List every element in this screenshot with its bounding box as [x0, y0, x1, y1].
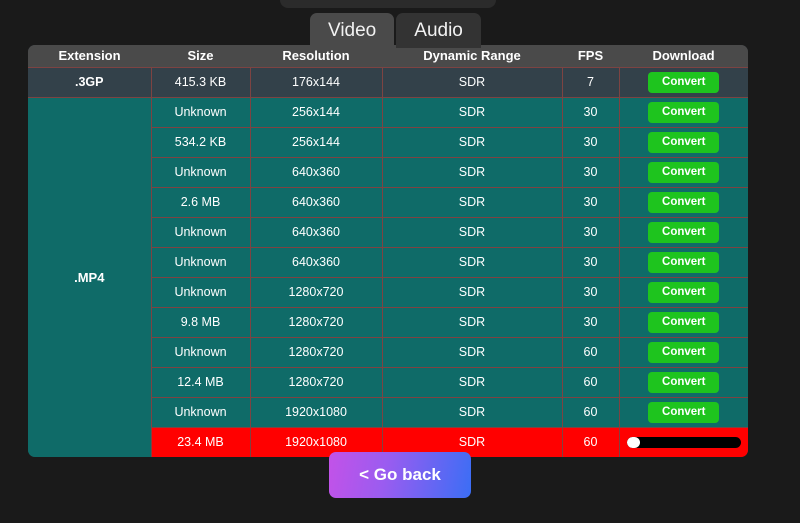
download-cell: Convert — [618, 276, 748, 308]
size-cell: Unknown — [150, 336, 251, 368]
resolution-cell: 640x360 — [249, 246, 383, 278]
convert-button[interactable]: Convert — [648, 371, 720, 393]
fps-cell: 30 — [561, 96, 620, 128]
formats-table-container: Extension Size Resolution Dynamic Range FPS D… — [28, 45, 748, 457]
dynamic-range-cell: SDR — [381, 366, 563, 398]
size-cell: Unknown — [150, 246, 251, 278]
size-cell: Unknown — [150, 396, 251, 428]
dynamic-range-cell: SDR — [381, 336, 563, 368]
size-cell: Unknown — [150, 276, 251, 308]
convert-button[interactable]: Convert — [648, 251, 720, 273]
resolution-cell: 256x144 — [249, 96, 383, 128]
media-type-tabs: Video Audio — [310, 13, 481, 48]
resolution-cell: 640x360 — [249, 186, 383, 218]
fps-cell: 30 — [561, 156, 620, 188]
dynamic-range-cell: SDR — [381, 96, 563, 128]
resolution-cell: 640x360 — [249, 156, 383, 188]
download-cell: Convert — [618, 96, 748, 128]
download-cell: Convert — [618, 216, 748, 248]
top-panel-stub — [280, 0, 496, 8]
convert-button[interactable]: Convert — [648, 341, 720, 363]
go-back-button[interactable]: < Go back — [329, 452, 471, 498]
size-cell: Unknown — [150, 156, 251, 188]
app-root: Video Audio Extension Size Resolution Dynami… — [0, 0, 800, 523]
size-cell: Unknown — [150, 96, 251, 128]
size-cell: 12.4 MB — [150, 366, 251, 398]
formats-table: Extension Size Resolution Dynamic Range FPS D… — [28, 45, 748, 457]
resolution-cell: 1920x1080 — [249, 396, 383, 428]
dynamic-range-cell: SDR — [381, 186, 563, 218]
resolution-cell: 1280x720 — [249, 276, 383, 308]
fps-cell: 7 — [561, 66, 620, 98]
conversion-progress-bar — [626, 436, 741, 448]
column-header-download: Download — [619, 45, 748, 67]
size-cell: Unknown — [150, 216, 251, 248]
download-cell: Convert — [618, 396, 748, 428]
table-header-row: Extension Size Resolution Dynamic Range FPS D… — [28, 45, 748, 67]
download-cell: Convert — [618, 366, 748, 398]
dynamic-range-cell: SDR — [381, 246, 563, 278]
footer-actions: < Go back — [0, 452, 800, 498]
dynamic-range-cell: SDR — [381, 276, 563, 308]
fps-cell: 30 — [561, 126, 620, 158]
convert-button[interactable]: Convert — [648, 131, 720, 153]
size-cell: 534.2 KB — [150, 126, 251, 158]
dynamic-range-cell: SDR — [381, 156, 563, 188]
size-cell: 2.6 MB — [150, 186, 251, 218]
convert-button[interactable]: Convert — [648, 281, 720, 303]
column-header-dynamic-range: Dynamic Range — [382, 45, 562, 67]
fps-cell: 30 — [561, 246, 620, 278]
column-header-extension: Extension — [28, 45, 151, 67]
dynamic-range-cell: SDR — [381, 66, 563, 98]
table-header: Extension Size Resolution Dynamic Range FPS D… — [28, 45, 748, 67]
fps-cell: 30 — [561, 186, 620, 218]
size-cell: 415.3 KB — [150, 66, 251, 98]
dynamic-range-cell: SDR — [381, 306, 563, 338]
convert-button[interactable]: Convert — [648, 191, 720, 213]
fps-cell: 60 — [561, 396, 620, 428]
download-cell: Convert — [618, 156, 748, 188]
table-row: .3GP 415.3 KB 176x144 SDR 7 Convert — [28, 66, 748, 98]
download-cell: Convert — [618, 186, 748, 218]
table-body: .3GP 415.3 KB 176x144 SDR 7 Convert .MP4 Unknow… — [28, 66, 748, 457]
download-cell: Convert — [618, 336, 748, 368]
conversion-progress-fill — [626, 436, 641, 448]
convert-button[interactable]: Convert — [648, 401, 720, 423]
dynamic-range-cell: SDR — [381, 396, 563, 428]
convert-button[interactable]: Convert — [648, 71, 720, 93]
fps-cell: 30 — [561, 306, 620, 338]
tab-video[interactable]: Video — [310, 13, 395, 48]
column-header-size: Size — [151, 45, 250, 67]
resolution-cell: 256x144 — [249, 126, 383, 158]
download-cell: Convert — [618, 306, 748, 338]
resolution-cell: 1280x720 — [249, 366, 383, 398]
convert-button[interactable]: Convert — [648, 101, 720, 123]
column-header-fps: FPS — [562, 45, 619, 67]
fps-cell: 30 — [561, 276, 620, 308]
resolution-cell: 1280x720 — [249, 306, 383, 338]
download-cell: Convert — [618, 126, 748, 158]
size-cell: 9.8 MB — [150, 306, 251, 338]
resolution-cell: 1280x720 — [249, 336, 383, 368]
extension-cell: .3GP — [28, 66, 152, 98]
column-header-resolution: Resolution — [250, 45, 382, 67]
convert-button[interactable]: Convert — [648, 161, 720, 183]
table-row: .MP4 Unknown 256x144 SDR 30 Convert — [28, 96, 748, 457]
fps-cell: 60 — [561, 366, 620, 398]
convert-button[interactable]: Convert — [648, 221, 720, 243]
fps-cell: 30 — [561, 216, 620, 248]
tab-audio[interactable]: Audio — [396, 13, 481, 48]
resolution-cell: 176x144 — [249, 66, 383, 98]
convert-button[interactable]: Convert — [648, 311, 720, 333]
dynamic-range-cell: SDR — [381, 126, 563, 158]
dynamic-range-cell: SDR — [381, 216, 563, 248]
download-cell: Convert — [618, 246, 748, 278]
fps-cell: 60 — [561, 336, 620, 368]
download-cell: Convert — [618, 66, 748, 98]
resolution-cell: 640x360 — [249, 216, 383, 248]
extension-cell: .MP4 — [28, 96, 152, 457]
